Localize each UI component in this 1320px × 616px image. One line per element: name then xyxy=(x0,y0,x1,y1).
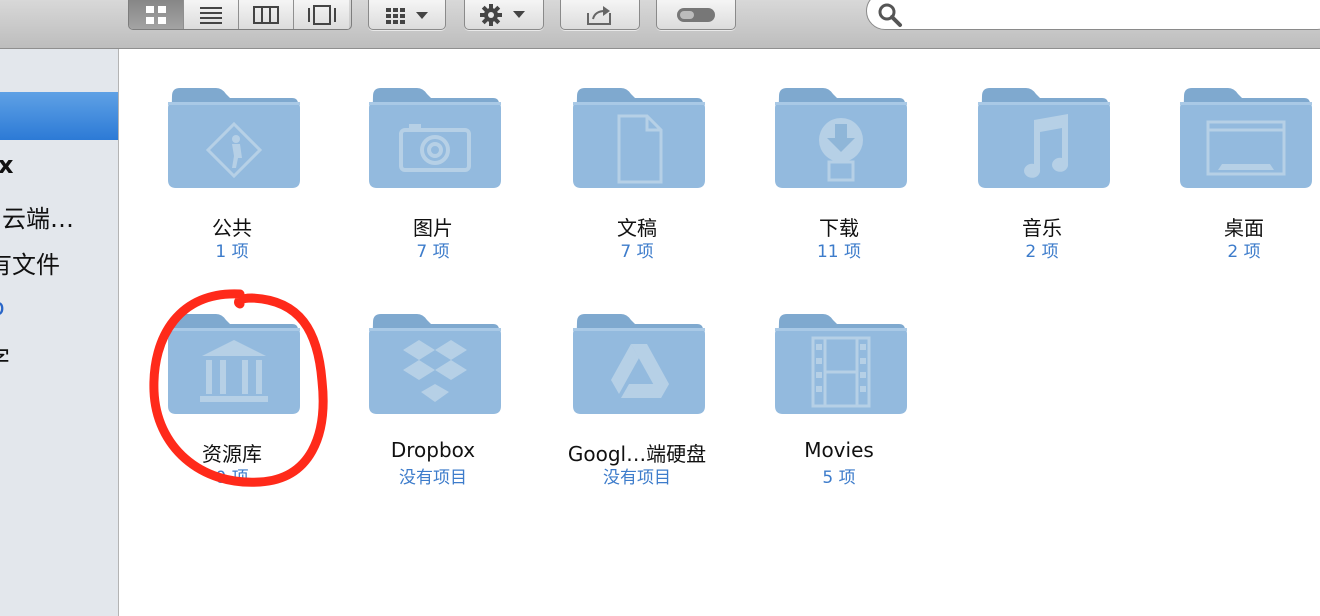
folder-item-count: 没有项目 xyxy=(399,468,467,488)
folder-item-count: 0 项 xyxy=(215,468,249,488)
folder-icon xyxy=(573,88,705,188)
view-mode-segmented-control xyxy=(128,0,352,30)
search-field[interactable] xyxy=(866,0,1320,30)
folder-item-count: 2 项 xyxy=(1025,242,1059,262)
folder-icon xyxy=(369,314,501,414)
arrange-grid-icon xyxy=(386,7,428,24)
sidebar: x 云端… 有文件 o 字 xyxy=(0,49,119,616)
folder-item-count: 7 项 xyxy=(620,242,654,262)
folder-name: Dropbox xyxy=(390,438,476,462)
folder-item-count: 1 项 xyxy=(215,242,249,262)
folder-icon xyxy=(775,314,907,414)
search-icon xyxy=(878,3,902,27)
list-icon xyxy=(200,6,222,24)
folder-item-count: 7 项 xyxy=(416,242,450,262)
sidebar-item-partial[interactable]: o xyxy=(0,293,5,321)
folder-icon xyxy=(775,88,907,188)
columns-icon xyxy=(253,5,279,24)
icon-view-button[interactable] xyxy=(129,0,184,29)
sidebar-item-partial-2[interactable]: 字 xyxy=(0,339,10,374)
sidebar-item-all-files[interactable]: 有文件 xyxy=(0,245,60,280)
column-view-button[interactable] xyxy=(239,0,294,29)
folder-icon xyxy=(978,88,1110,188)
gear-icon xyxy=(480,3,525,26)
sidebar-item-icloud[interactable]: 云端… xyxy=(2,199,74,234)
folder-item-count: 没有项目 xyxy=(603,468,671,488)
folder-item-count: 11 项 xyxy=(816,242,862,262)
folder-name: Movies xyxy=(804,438,874,462)
coverflow-view-button[interactable] xyxy=(294,0,349,29)
sidebar-selected-item[interactable] xyxy=(0,92,118,140)
action-gear-button[interactable] xyxy=(464,0,544,30)
share-icon xyxy=(587,5,611,25)
folder-icon xyxy=(1180,88,1312,188)
toggle-pill-icon xyxy=(677,7,715,22)
folder-icon xyxy=(168,88,300,188)
share-button[interactable] xyxy=(560,0,640,30)
folder-item-count: 5 项 xyxy=(822,468,856,488)
coverflow-icon xyxy=(307,4,336,25)
sidebar-item-dropbox[interactable]: x xyxy=(0,151,13,179)
toggle-button[interactable] xyxy=(656,0,736,30)
folder-icon xyxy=(369,88,501,188)
finder-toolbar xyxy=(0,0,1320,49)
arrange-button[interactable] xyxy=(368,0,446,30)
folder-icon xyxy=(573,314,705,414)
grid-icon xyxy=(146,5,166,24)
folder-icon xyxy=(168,314,300,414)
list-view-button[interactable] xyxy=(184,0,239,29)
folder-item-count: 2 项 xyxy=(1227,242,1261,262)
